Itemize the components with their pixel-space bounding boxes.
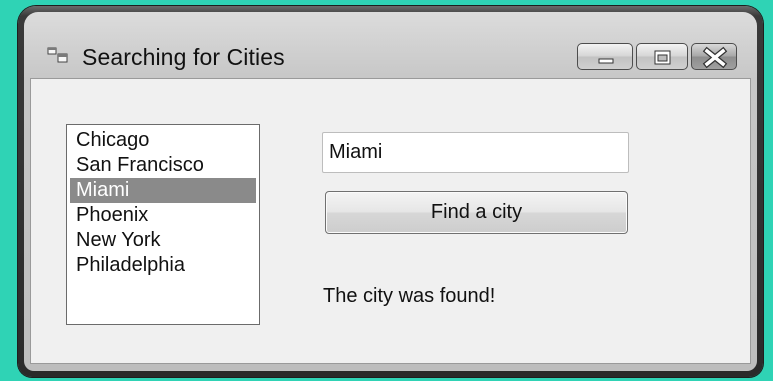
list-item-selected[interactable]: Miami — [70, 178, 256, 203]
app-window: Searching for Cities Chicago San Francis… — [18, 6, 763, 377]
list-item[interactable]: New York — [70, 228, 256, 253]
title-bar[interactable]: Searching for Cities — [24, 12, 757, 78]
close-button[interactable] — [691, 43, 737, 70]
app-icon — [47, 46, 69, 66]
city-search-input[interactable]: Miami — [322, 132, 629, 173]
window-title: Searching for Cities — [82, 44, 285, 70]
close-icon — [702, 46, 728, 69]
find-city-button[interactable]: Find a city — [325, 191, 628, 234]
minimize-icon — [598, 58, 614, 64]
list-item[interactable]: Phoenix — [70, 203, 256, 228]
city-listbox[interactable]: Chicago San Francisco Miami Phoenix New … — [66, 124, 260, 325]
client-area: Chicago San Francisco Miami Phoenix New … — [30, 78, 751, 364]
caption-buttons — [577, 43, 737, 71]
minimize-button[interactable] — [577, 43, 633, 70]
list-item[interactable]: San Francisco — [70, 153, 256, 178]
list-item[interactable]: Philadelphia — [70, 253, 256, 278]
window-frame: Searching for Cities Chicago San Francis… — [24, 12, 757, 371]
maximize-button[interactable] — [636, 43, 688, 70]
list-item[interactable]: Chicago — [70, 128, 256, 153]
maximize-icon — [654, 50, 671, 65]
result-label: The city was found! — [323, 285, 496, 307]
